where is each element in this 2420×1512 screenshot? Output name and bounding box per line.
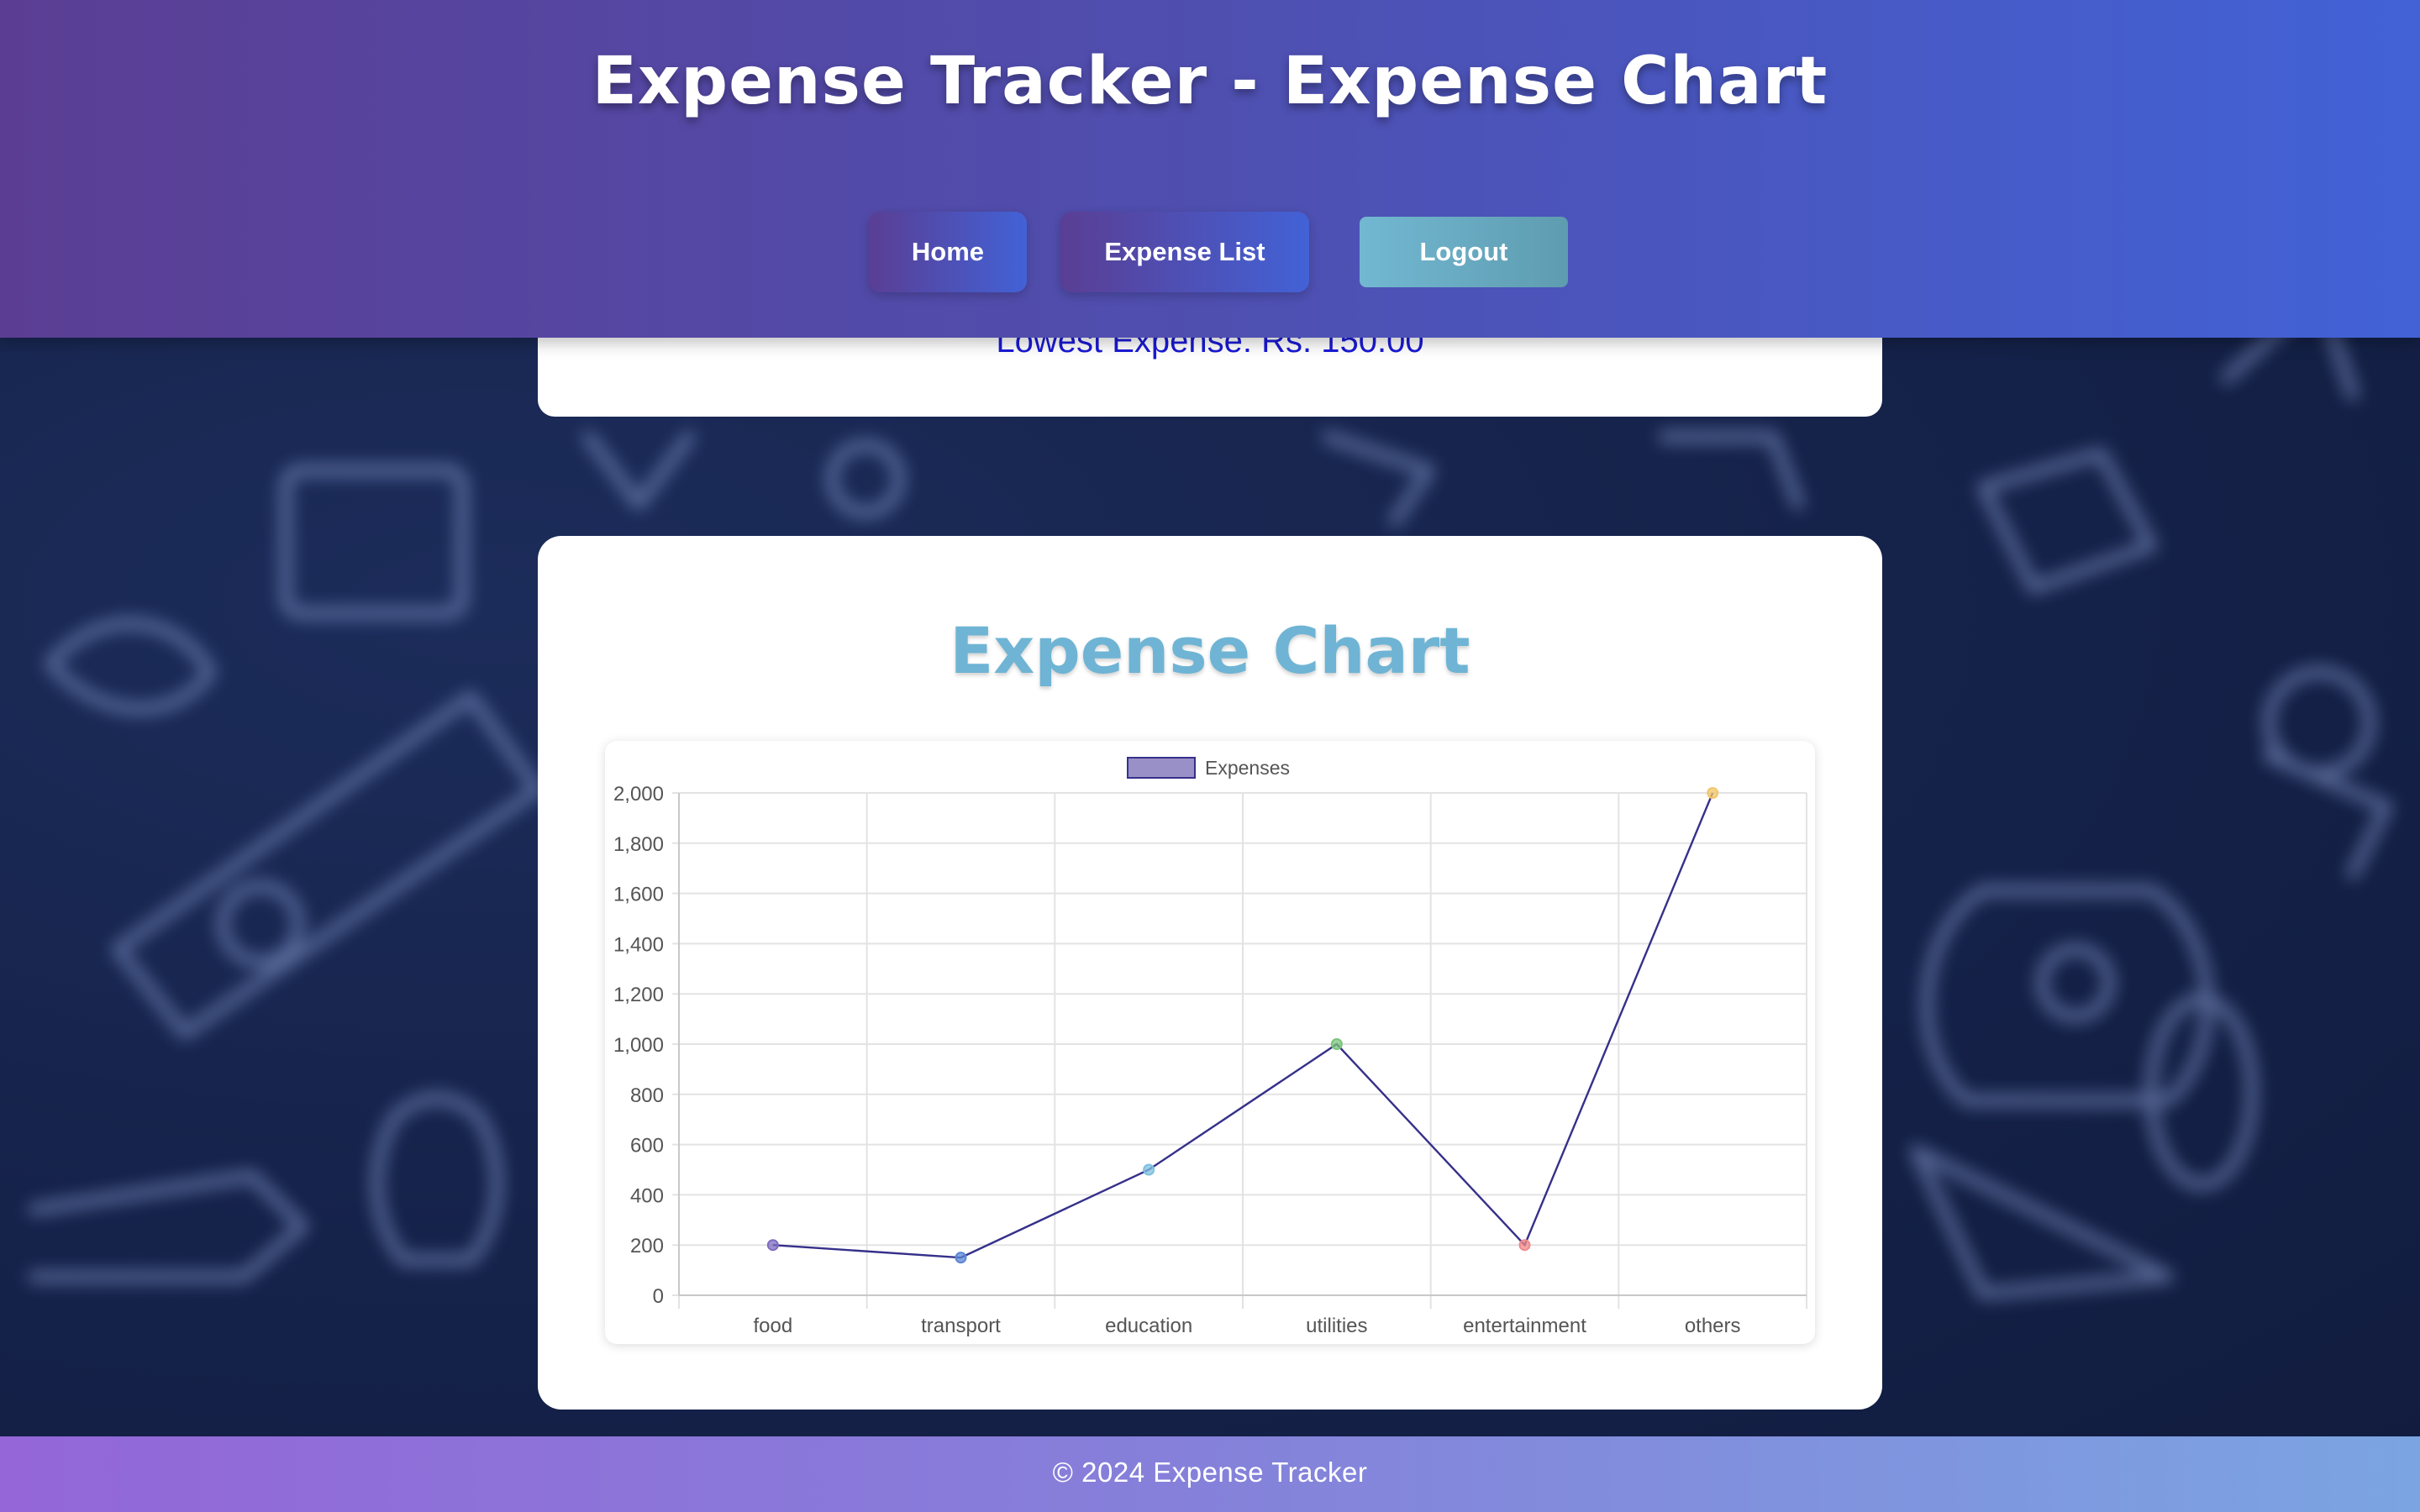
x-tick-label: others (1685, 1315, 1741, 1337)
x-tick-label: transport (921, 1315, 1001, 1337)
x-tick-label: food (753, 1315, 792, 1337)
y-tick-label: 1,400 (613, 933, 664, 956)
x-tick-label: education (1105, 1315, 1192, 1337)
y-tick-label: 2,000 (613, 783, 664, 806)
app-footer: © 2024 Expense Tracker (0, 1436, 2420, 1512)
y-tick-label: 400 (630, 1184, 664, 1207)
chart-container: 0 200 400 600 800 1,000 1,200 1,400 1,600 1,800 2,… (605, 741, 1815, 1344)
x-tick-label: utilities (1306, 1315, 1367, 1337)
y-tick-label: 1,600 (613, 884, 664, 906)
data-point (1330, 1038, 1343, 1050)
y-tick-label: 600 (630, 1135, 664, 1158)
legend-swatch (1127, 757, 1196, 779)
footer-copyright: © 2024 Expense Tracker (1052, 1457, 1368, 1488)
home-button[interactable]: Home (869, 212, 1027, 292)
expense-line-chart: 0 200 400 600 800 1,000 1,200 1,400 1,600 1,800 2,… (613, 757, 1807, 1337)
y-tick-label: 800 (630, 1084, 664, 1107)
chart-card: Expense Chart 0 200 400 600 800 1,000 1,200 1,4… (538, 536, 1882, 1410)
data-point (1143, 1163, 1155, 1176)
x-tick-label: entertainment (1463, 1315, 1586, 1337)
chart-heading: Expense Chart (950, 613, 1470, 688)
data-point (766, 1239, 779, 1252)
data-point (1518, 1239, 1531, 1252)
logout-button[interactable]: Logout (1360, 217, 1568, 287)
y-tick-label: 200 (630, 1235, 664, 1257)
legend-label: Expenses (1205, 757, 1290, 779)
y-tick-label: 1,000 (613, 1034, 664, 1057)
data-point (955, 1252, 967, 1264)
expense-list-button[interactable]: Expense List (1060, 212, 1309, 292)
y-tick-label: 0 (653, 1285, 664, 1308)
data-point (1707, 787, 1719, 799)
y-tick-label: 1,800 (613, 833, 664, 856)
page-title: Expense Tracker - Expense Chart (592, 44, 1828, 119)
y-tick-label: 1,200 (613, 984, 664, 1006)
app-header: Expense Tracker - Expense Chart Home Exp… (0, 0, 2420, 338)
